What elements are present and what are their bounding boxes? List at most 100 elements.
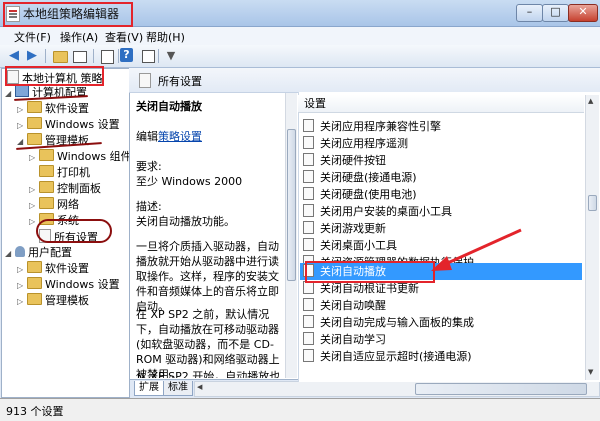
tree-printers[interactable]: 打印机 bbox=[37, 165, 90, 181]
list-item[interactable]: 关闭硬盘(使用电池) bbox=[300, 186, 582, 203]
menu-file[interactable]: 文件(F) bbox=[14, 29, 51, 45]
scroll-down-icon[interactable]: ▼ bbox=[588, 368, 593, 376]
policy-icon bbox=[303, 315, 314, 328]
list-view-icon[interactable] bbox=[140, 48, 156, 64]
settings-page-icon bbox=[139, 73, 151, 88]
collapse-icon[interactable]: ◢ bbox=[5, 86, 13, 102]
tree-user-admin-templates[interactable]: ▷ 管理模板 bbox=[17, 293, 89, 309]
annotation-selected-box bbox=[305, 261, 435, 283]
requirements-label: 要求: bbox=[136, 160, 162, 173]
description-scrollbar[interactable] bbox=[285, 93, 297, 378]
folder-icon bbox=[39, 181, 54, 193]
maximize-button[interactable]: □ bbox=[542, 4, 569, 22]
policy-icon bbox=[303, 332, 314, 345]
folder-icon bbox=[39, 165, 54, 177]
user-icon bbox=[15, 246, 25, 257]
expand-icon[interactable]: ▷ bbox=[17, 262, 25, 278]
tab-standard[interactable]: 标准 bbox=[163, 381, 193, 396]
edit-policy-link[interactable]: 策略设置 bbox=[158, 130, 202, 143]
scroll-up-icon[interactable]: ▲ bbox=[588, 97, 593, 105]
show-hide-tree-icon[interactable] bbox=[72, 48, 88, 64]
expand-icon[interactable]: ▷ bbox=[29, 182, 37, 198]
list-item[interactable]: 关闭用户安装的桌面小工具 bbox=[300, 203, 582, 220]
up-folder-icon[interactable] bbox=[52, 48, 68, 64]
forward-icon[interactable]: ▶ bbox=[24, 48, 40, 64]
tree-windows-components[interactable]: ▷ Windows 组件 bbox=[29, 149, 129, 166]
column-header-setting[interactable]: 设置 bbox=[298, 95, 584, 113]
list-item[interactable]: 关闭自动唤醒 bbox=[300, 297, 582, 314]
setting-title: 关闭自动播放 bbox=[136, 100, 202, 113]
help-icon[interactable]: ? bbox=[120, 48, 133, 62]
policy-icon bbox=[303, 187, 314, 200]
policy-icon bbox=[303, 170, 314, 183]
list-item[interactable]: 关闭硬盘(接通电源) bbox=[300, 169, 582, 186]
edit-policy-line: 编辑策略设置 bbox=[136, 130, 202, 143]
tree-user-config[interactable]: ◢ 用户配置 bbox=[5, 245, 72, 261]
list-item[interactable]: 关闭应用程序兼容性引擎 bbox=[300, 118, 582, 135]
annotation-arrow bbox=[431, 228, 522, 271]
policy-icon bbox=[303, 349, 314, 362]
close-button[interactable]: ✕ bbox=[568, 4, 598, 22]
scroll-thumb[interactable] bbox=[287, 129, 296, 281]
list-item[interactable]: 关闭自动学习 bbox=[300, 331, 582, 348]
annotation-all-settings-oval bbox=[36, 219, 112, 243]
expand-icon[interactable]: ▷ bbox=[17, 118, 25, 134]
policy-icon bbox=[303, 298, 314, 311]
back-icon[interactable]: ◀ bbox=[6, 48, 22, 64]
list-item[interactable]: 关闭应用程序遥测 bbox=[300, 135, 582, 152]
description-paragraph: 在 XP SP2 之前，默认情况下，自动播放在可移动驱动器(如软盘驱动器，而不是… bbox=[136, 308, 280, 378]
menu-view[interactable]: 查看(V) bbox=[105, 29, 143, 45]
tree-network[interactable]: ▷ 网络 bbox=[29, 197, 79, 213]
expand-icon[interactable]: ▷ bbox=[17, 278, 25, 294]
folder-icon bbox=[39, 197, 54, 209]
tree-user-windows-settings[interactable]: ▷ Windows 设置 bbox=[17, 277, 120, 293]
policy-icon bbox=[303, 221, 314, 234]
folder-icon bbox=[27, 117, 42, 129]
computer-icon bbox=[15, 85, 29, 97]
filter-icon[interactable]: ▼ bbox=[163, 48, 179, 64]
scroll-thumb[interactable] bbox=[588, 195, 597, 211]
folder-icon bbox=[27, 261, 42, 273]
list-scrollbar[interactable]: ▲ ▼ bbox=[585, 95, 599, 380]
toolbar-separator bbox=[118, 49, 119, 63]
description-text: 关闭自动播放功能。 bbox=[136, 215, 235, 228]
collapse-icon[interactable]: ◢ bbox=[5, 246, 13, 262]
status-bar: 913 个设置 bbox=[0, 398, 600, 421]
tree-control-panel[interactable]: ▷ 控制面板 bbox=[29, 181, 101, 197]
expand-icon[interactable]: ▷ bbox=[17, 102, 25, 118]
policy-icon bbox=[303, 153, 314, 166]
status-text: 913 个设置 bbox=[6, 405, 64, 418]
toolbar bbox=[0, 45, 600, 68]
menu-help[interactable]: 帮助(H) bbox=[146, 29, 185, 45]
toolbar-separator bbox=[158, 49, 159, 63]
list-item[interactable]: 关闭自适应显示超时(接通电源) bbox=[300, 348, 582, 365]
expand-icon[interactable]: ▷ bbox=[17, 294, 25, 310]
list-item[interactable]: 关闭硬件按钮 bbox=[300, 152, 582, 169]
list-item[interactable]: 关闭自动完成与输入面板的集成 bbox=[300, 314, 582, 331]
menu-action[interactable]: 操作(A) bbox=[60, 29, 98, 45]
expand-icon[interactable]: ▷ bbox=[29, 198, 37, 214]
tab-extended[interactable]: 扩展 bbox=[134, 381, 164, 396]
requirements-value: 至少 Windows 2000 bbox=[136, 175, 243, 188]
annotation-root-box bbox=[5, 66, 104, 86]
folder-icon bbox=[27, 277, 42, 289]
policy-icon bbox=[303, 204, 314, 217]
toolbar-separator bbox=[45, 49, 46, 63]
horizontal-scrollbar[interactable]: ◀ bbox=[194, 381, 600, 397]
scroll-thumb[interactable] bbox=[415, 383, 587, 395]
description-paragraph: 从 XP SP2 开始，自动播放也在可 bbox=[136, 370, 281, 378]
policy-icon bbox=[303, 238, 314, 251]
tree-software-settings[interactable]: ▷ 软件设置 bbox=[17, 101, 89, 117]
policy-icon bbox=[303, 136, 314, 149]
pane-header: 所有设置 bbox=[129, 68, 600, 93]
tree-user-software-settings[interactable]: ▷ 软件设置 bbox=[17, 261, 89, 277]
properties-icon[interactable] bbox=[99, 48, 115, 64]
minimize-button[interactable]: – bbox=[516, 4, 543, 22]
tree-windows-settings[interactable]: ▷ Windows 设置 bbox=[17, 117, 120, 133]
expand-icon[interactable]: ▷ bbox=[29, 150, 37, 166]
toolbar-separator bbox=[93, 49, 94, 63]
folder-icon bbox=[27, 101, 42, 113]
folder-icon bbox=[27, 293, 42, 305]
scroll-left-icon[interactable]: ◀ bbox=[197, 383, 202, 391]
pane-title: 所有设置 bbox=[158, 75, 202, 88]
